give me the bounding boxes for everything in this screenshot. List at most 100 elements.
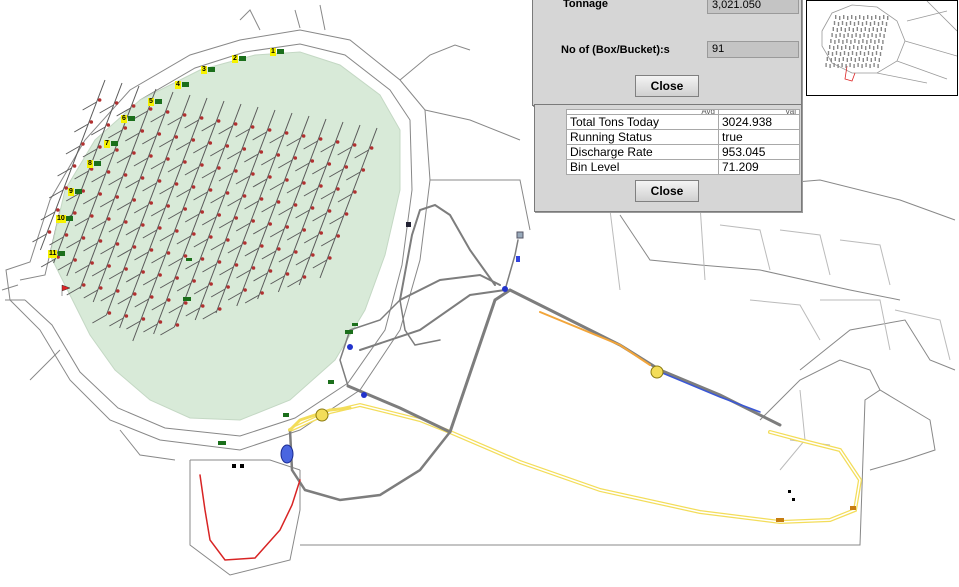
area-label-9[interactable]: 9 <box>68 188 74 196</box>
drawpoint-marker[interactable] <box>327 162 332 166</box>
drawpoint-marker[interactable] <box>285 225 290 229</box>
drawpoint-marker[interactable] <box>294 250 298 254</box>
drawpoint-marker[interactable] <box>124 314 129 318</box>
drawpoint-marker[interactable] <box>115 289 120 293</box>
drawpoint-marker[interactable] <box>106 170 111 174</box>
drawpoint-marker[interactable] <box>115 148 119 152</box>
drawpoint-marker[interactable] <box>284 131 289 135</box>
drawpoint-marker[interactable] <box>183 301 188 305</box>
drawpoint-marker[interactable] <box>183 207 187 211</box>
drawpoint-marker[interactable] <box>268 222 273 226</box>
drawpoint-marker[interactable] <box>191 185 196 189</box>
drawpoint-marker[interactable] <box>115 195 119 199</box>
drawpoint-marker[interactable] <box>166 298 171 302</box>
drawpoint-marker[interactable] <box>149 295 154 299</box>
area-label-5[interactable]: 5 <box>148 98 154 106</box>
area-label-2[interactable]: 2 <box>232 55 238 63</box>
drawpoint-marker[interactable] <box>81 236 86 240</box>
drawpoint-marker[interactable] <box>200 163 204 167</box>
drawpoint-marker[interactable] <box>310 159 315 163</box>
area-label-1[interactable]: 1 <box>270 48 276 56</box>
drawpoint-marker[interactable] <box>209 235 213 239</box>
drawpoint-marker[interactable] <box>200 304 205 308</box>
drawpoint-marker[interactable] <box>165 110 170 114</box>
drawpoint-marker[interactable] <box>114 101 119 105</box>
drawpoint-marker[interactable] <box>183 160 187 164</box>
drawpoint-marker[interactable] <box>148 107 153 111</box>
area-label-7[interactable]: 7 <box>104 140 110 148</box>
drawpoint-marker[interactable] <box>216 119 221 123</box>
drawpoint-marker[interactable] <box>191 138 196 142</box>
drawpoint-marker[interactable] <box>234 263 239 267</box>
drawpoint-marker[interactable] <box>140 176 145 180</box>
drawpoint-marker[interactable] <box>285 272 290 276</box>
drawpoint-marker[interactable] <box>158 273 162 277</box>
drawpoint-marker[interactable] <box>217 260 222 264</box>
drawpoint-marker[interactable] <box>123 126 128 130</box>
drawpoint-marker[interactable] <box>89 120 94 124</box>
drawpoint-marker[interactable] <box>174 182 179 186</box>
drawpoint-marker[interactable] <box>251 266 256 270</box>
drawpoint-marker[interactable] <box>234 169 238 173</box>
drawpoint-marker[interactable] <box>47 230 52 234</box>
drawpoint-marker[interactable] <box>132 245 137 249</box>
area-label-11[interactable]: 11 <box>48 250 58 258</box>
drawpoint-marker[interactable] <box>242 194 247 198</box>
drawpoint-marker[interactable] <box>301 134 306 138</box>
area-label-4[interactable]: 4 <box>175 81 181 89</box>
drawpoint-marker[interactable] <box>132 292 137 296</box>
drawpoint-marker[interactable] <box>251 172 255 176</box>
drawpoint-marker[interactable] <box>268 175 272 179</box>
drawpoint-marker[interactable] <box>267 128 272 132</box>
drawpoint-marker[interactable] <box>243 241 247 245</box>
close-button[interactable]: Close <box>635 75 699 97</box>
drawpoint-marker[interactable] <box>174 135 179 139</box>
drawpoint-marker[interactable] <box>293 203 298 207</box>
area-label-8[interactable]: 8 <box>87 160 93 168</box>
drawpoint-marker[interactable] <box>64 233 69 237</box>
drawpoint-marker[interactable] <box>251 219 255 223</box>
drawpoint-marker[interactable] <box>141 317 146 321</box>
drawpoint-marker[interactable] <box>259 150 264 154</box>
drawpoint-marker[interactable] <box>132 198 136 202</box>
drawpoint-marker[interactable] <box>319 231 324 235</box>
drawpoint-marker[interactable] <box>157 179 162 183</box>
drawpoint-marker[interactable] <box>140 129 145 133</box>
drawpoint-marker[interactable] <box>73 211 77 215</box>
close-button[interactable]: Close <box>635 180 699 202</box>
drawpoint-marker[interactable] <box>192 279 196 283</box>
drawpoint-marker[interactable] <box>311 253 315 257</box>
drawpoint-marker[interactable] <box>226 285 230 289</box>
drawpoint-marker[interactable] <box>149 154 153 158</box>
drawpoint-marker[interactable] <box>225 191 230 195</box>
drawpoint-marker[interactable] <box>285 178 289 182</box>
drawpoint-marker[interactable] <box>132 151 136 155</box>
drawpoint-marker[interactable] <box>318 137 323 141</box>
drawpoint-marker[interactable] <box>141 270 145 274</box>
drawpoint-marker[interactable] <box>328 256 332 260</box>
drawpoint-marker[interactable] <box>175 276 179 280</box>
drawpoint-marker[interactable] <box>208 188 213 192</box>
drawpoint-marker[interactable] <box>183 254 188 258</box>
drawpoint-marker[interactable] <box>149 201 153 205</box>
drawpoint-marker[interactable] <box>336 234 341 238</box>
drawpoint-marker[interactable] <box>175 323 180 327</box>
drawpoint-marker[interactable] <box>369 146 374 150</box>
drawpoint-marker[interactable] <box>319 184 323 188</box>
drawpoint-marker[interactable] <box>182 113 187 117</box>
drawpoint-marker[interactable] <box>107 217 111 221</box>
drawpoint-marker[interactable] <box>276 153 281 157</box>
drawpoint-marker[interactable] <box>200 210 204 214</box>
drawpoint-marker[interactable] <box>226 238 230 242</box>
drawpoint-marker[interactable] <box>149 248 154 252</box>
drawpoint-marker[interactable] <box>98 192 102 196</box>
drawpoint-marker[interactable] <box>335 140 340 144</box>
drawpoint-marker[interactable] <box>217 307 222 311</box>
drawpoint-marker[interactable] <box>260 291 264 295</box>
drawpoint-marker[interactable] <box>344 212 349 216</box>
drawpoint-marker[interactable] <box>90 261 94 265</box>
area-label-3[interactable]: 3 <box>201 66 207 74</box>
drawpoint-marker[interactable] <box>158 320 163 324</box>
drawpoint-marker[interactable] <box>97 98 102 102</box>
drawpoint-marker[interactable] <box>361 168 366 172</box>
